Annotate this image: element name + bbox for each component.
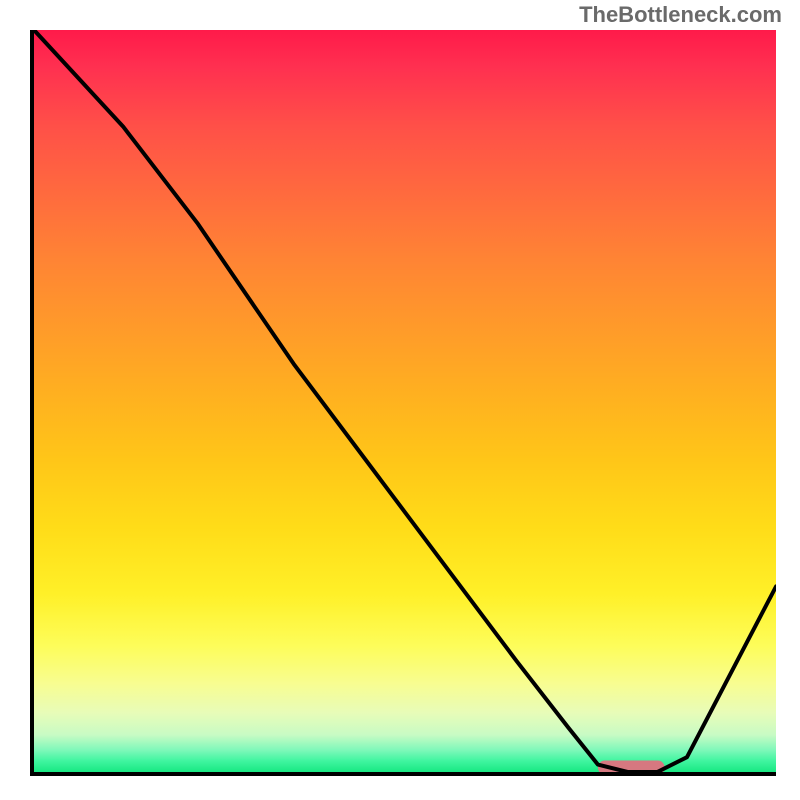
chart-svg xyxy=(34,30,776,772)
optimal-range-marker xyxy=(598,761,665,772)
bottleneck-curve xyxy=(34,30,776,772)
chart-plot-area xyxy=(30,30,776,776)
watermark-text: TheBottleneck.com xyxy=(579,2,782,28)
chart-container: TheBottleneck.com xyxy=(0,0,800,800)
